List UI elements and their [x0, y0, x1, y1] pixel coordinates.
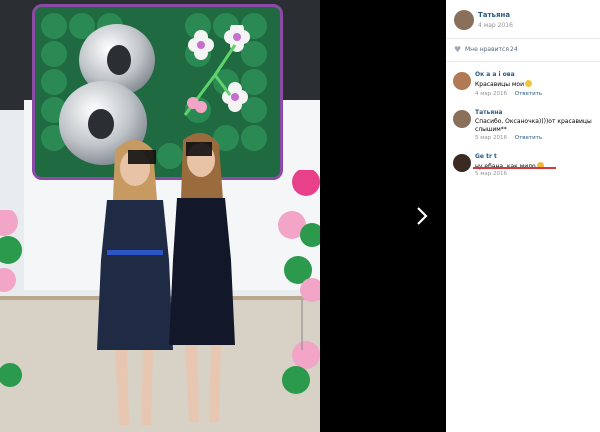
avatar[interactable] [453, 154, 471, 172]
heart-icon[interactable]: ♥ [454, 45, 461, 54]
photo-viewer: Татьяна 4 мар 2016 ♥ Мне нравится 24 Ок … [0, 0, 600, 432]
comment-text: Спасибо, Оксаночка))))от красавицы слыши… [475, 118, 592, 133]
reply-link[interactable]: Ответить [515, 135, 542, 141]
balloon-flowers [183, 25, 250, 116]
post-header: Татьяна 4 мар 2016 [446, 0, 600, 39]
comment-date[interactable]: 5 мар 2016 [475, 171, 507, 177]
balloon-column-right [278, 170, 320, 394]
comment-author[interactable]: Татьяна [475, 109, 502, 116]
avatar[interactable] [453, 72, 471, 90]
balloon-column-left [0, 210, 22, 387]
comment-item: Ок а а і ова Красавицы мои 4 мар 2016 От… [446, 70, 600, 102]
face-blur [128, 150, 156, 164]
photo[interactable] [0, 0, 320, 432]
smile-emoji-icon [524, 80, 532, 87]
comment-date[interactable]: 5 мар 2016 [475, 135, 507, 141]
face-blur [186, 142, 212, 156]
likes-label[interactable]: Мне нравится [465, 46, 509, 53]
post-author[interactable]: Татьяна [478, 11, 510, 19]
comment-item: Татьяна Спасибо, Оксаночка))))от красави… [446, 108, 600, 148]
chevron-right-icon[interactable] [416, 206, 436, 228]
post-date[interactable]: 4 мар 2016 [478, 22, 513, 29]
comment-author[interactable]: Ок а а і ова [475, 71, 515, 78]
reply-link[interactable]: Ответить [515, 91, 542, 97]
comment-date[interactable]: 4 мар 2016 [475, 91, 507, 97]
comments-sidebar: Татьяна 4 мар 2016 ♥ Мне нравится 24 Ок … [446, 0, 600, 432]
comment-text: Красавицы мои [475, 80, 595, 89]
comment-meta: 4 мар 2016 Ответить [475, 91, 542, 97]
avatar[interactable] [454, 10, 474, 30]
red-underline-annotation [473, 167, 556, 169]
likes-bar[interactable]: ♥ Мне нравится 24 [446, 39, 600, 62]
comment-author[interactable]: Ge tr t [475, 153, 497, 160]
comment-meta: 5 мар 2016 [475, 171, 507, 177]
two-women-figures [97, 132, 235, 425]
likes-count[interactable]: 24 [510, 46, 518, 53]
comment-meta: 5 мар 2016 Ответить [475, 135, 542, 141]
avatar[interactable] [453, 110, 471, 128]
